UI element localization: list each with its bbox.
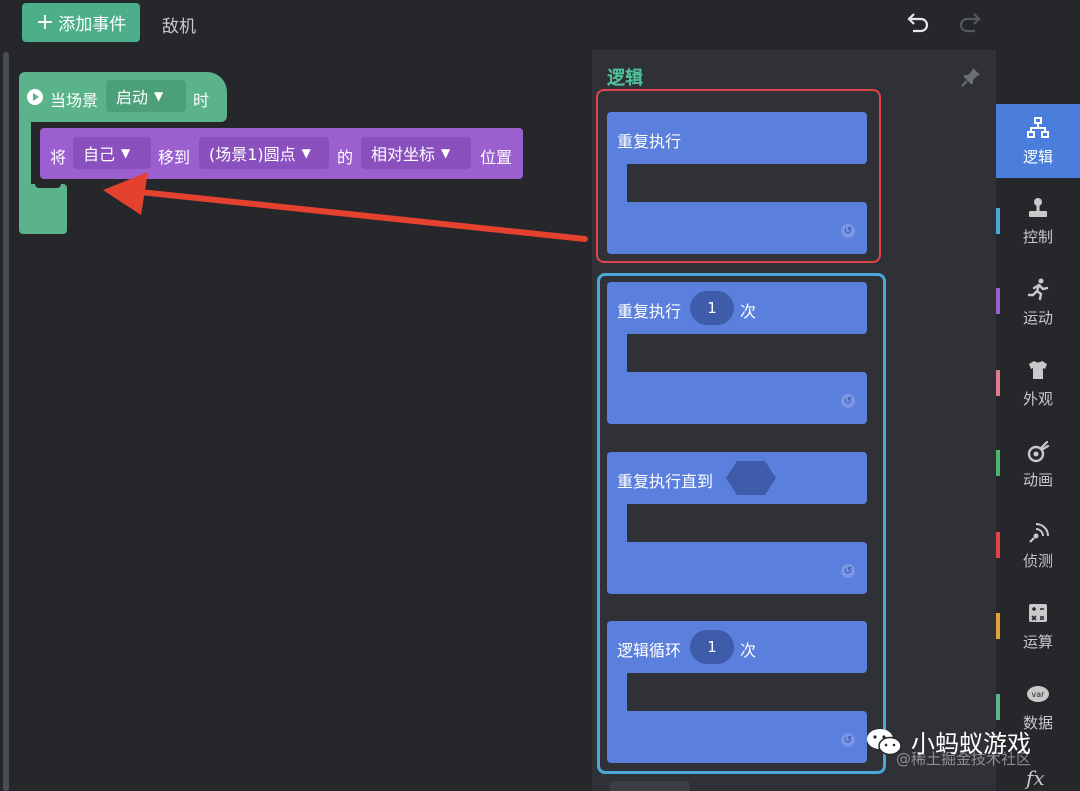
next-block-peek [610,781,690,791]
move-word-4: 位置 [480,148,513,167]
category-label: 运动 [1022,308,1053,327]
watermark-sub: @稀土掘金技术社区 [896,750,1032,768]
event-suffix: 时 [193,91,210,110]
category-label: 逻辑 [1022,147,1053,166]
category-motion[interactable]: 运动 [996,265,1080,339]
blue-highlight-box [597,273,886,774]
undo-icon[interactable] [902,8,932,38]
workspace-scrollbar[interactable] [3,52,9,791]
scene-event-dropdown[interactable]: 启动 ▼ [106,80,186,112]
category-operators[interactable]: 运算 [996,589,1080,663]
category-label: 动画 [1022,470,1053,489]
event-prefix: 当场景 [50,91,99,110]
dropdown-arrow-icon: ▼ [154,89,164,103]
category-animation[interactable]: 动画 [996,427,1080,501]
move-word-1: 将 [50,148,67,167]
play-icon [27,89,43,105]
event-block-stem [19,118,31,188]
pin-icon[interactable] [960,66,982,88]
move-word-2: 移到 [158,148,191,167]
coordinate-mode-value: 相对坐标 [371,145,436,164]
category-label: 控制 [1022,227,1053,246]
dropdown-arrow-icon: ▼ [441,146,451,160]
event-block-footer [19,182,67,234]
move-word-3: 的 [337,148,354,167]
logic-tree-icon [1027,116,1049,138]
add-event-button[interactable]: + 添加事件 [22,3,140,42]
red-highlight-box [596,89,881,263]
shirt-icon [1029,360,1047,379]
scene-event-value: 启动 [116,88,149,107]
move-to-block[interactable]: 将 自己 ▼ 移到 (场景1)圆点 ▼ 的 相对坐标 ▼ 位置 [40,128,523,179]
dropdown-arrow-icon: ▼ [121,146,131,160]
radar-icon [1029,522,1049,543]
svg-text:var: var [1032,690,1046,699]
animation-icon [1027,440,1050,462]
palette-title: 逻辑 [607,68,643,89]
when-scene-event-block[interactable]: 当场景 启动 ▼ 时 [19,72,227,122]
joystick-icon [1029,197,1047,217]
category-sensing[interactable]: 侦测 [996,508,1080,582]
redo-icon[interactable] [956,8,986,38]
tab-enemy[interactable]: 敌机 [162,12,196,37]
category-label: 外观 [1022,389,1053,408]
category-label: 侦测 [1022,551,1053,570]
functions-fx-icon[interactable]: fx [1026,766,1045,790]
move-destination-value: (场景1)圆点 [209,145,296,164]
move-destination-dropdown[interactable]: (场景1)圆点 ▼ [199,137,329,169]
category-label: 运算 [1022,632,1053,651]
category-logic[interactable]: 逻辑 [996,104,1080,178]
dropdown-arrow-icon: ▼ [301,146,311,160]
move-target-dropdown[interactable]: 自己 ▼ [73,137,151,169]
category-looks[interactable]: 外观 [996,346,1080,420]
running-man-icon [1027,278,1049,300]
move-target-value: 自己 [83,145,116,164]
coordinate-mode-dropdown[interactable]: 相对坐标 ▼ [361,137,471,169]
plus-icon: + [35,9,55,35]
calculator-icon [1029,603,1047,622]
add-event-label: 添加事件 [58,15,127,35]
category-control[interactable]: 控制 [996,184,1080,258]
var-icon: var [1027,685,1049,702]
